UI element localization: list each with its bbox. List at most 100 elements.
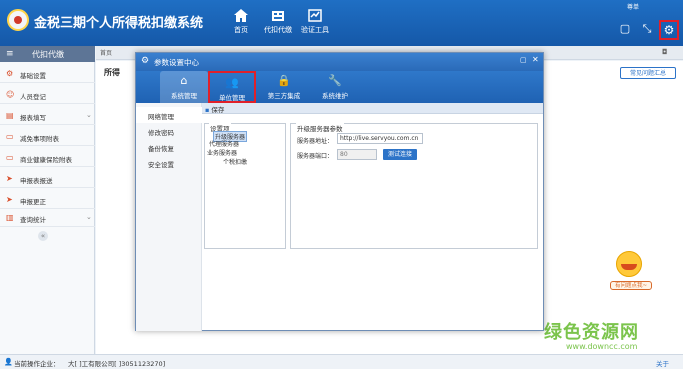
chat-icon[interactable]: ▢ xyxy=(618,22,632,36)
left-nav-label: 备份恢复 xyxy=(148,145,174,153)
sidebar-item-personnel-registration[interactable]: ☺ 人员登记 xyxy=(0,87,95,104)
dialog-tab-bar: ⌂ 系统管理 👥 单位管理 🔒 第三方集成 🔧 系统维护 xyxy=(136,71,543,103)
gear-icon: ⚙ xyxy=(663,23,675,37)
sidebar-item-label: 人员登记 xyxy=(20,93,46,101)
dialog-titlebar: ⚙ 参数设置中心 ▢ ✕ xyxy=(136,53,543,71)
left-nav-label: 网络管理 xyxy=(148,113,174,121)
chevron-down-icon: ⌄ xyxy=(86,213,92,221)
save-button[interactable]: ▪ 保存 xyxy=(205,104,224,114)
tools-icon xyxy=(308,9,322,22)
gear-icon: ⚙ xyxy=(141,56,150,66)
test-connection-button[interactable]: 测试连接 xyxy=(383,149,417,160)
upgrade-server-settings-panel: 升级服务器参数 服务器地址： http://live.servyou.com.c… xyxy=(290,123,538,249)
users-icon: 👥 xyxy=(225,76,239,89)
nav-verify-tools-button[interactable]: 验证工具 xyxy=(296,6,334,44)
top-header: 金税三期个人所得税扣缴系统 首页 代扣代缴 验证工具 尊单 ▢ ⤡ ⚙ xyxy=(0,0,683,46)
save-label: 保存 xyxy=(211,106,225,114)
chart-icon: ▥ xyxy=(6,213,14,222)
sidebar-item-label: 申报表报送 xyxy=(20,177,53,185)
close-icon[interactable]: ✕ xyxy=(532,55,539,64)
dialog-toolbar: ▪ 保存 xyxy=(202,103,543,114)
left-nav-backup-restore[interactable]: 备份恢复 xyxy=(136,139,202,155)
shrink-icon[interactable]: ⤡ xyxy=(640,22,654,36)
server-port-input[interactable]: 80 xyxy=(337,149,377,160)
sidebar-item-declaration-correction[interactable]: ➤ 申报更正 xyxy=(0,192,95,209)
left-nav-network-management[interactable]: 网络管理 xyxy=(136,107,202,123)
person-icon: ☺ xyxy=(6,90,15,99)
watermark-text: 绿色资源网 xyxy=(544,322,639,343)
sidebar-item-report-filling[interactable]: ▤ 报表填写 ⌄ xyxy=(0,108,95,125)
tab-third-party-integration[interactable]: 🔒 第三方集成 xyxy=(260,71,308,103)
report-icon: ▤ xyxy=(6,111,14,120)
briefcase-icon xyxy=(272,11,284,21)
server-port-label: 服务器端口： xyxy=(297,153,334,160)
send-icon: ➤ xyxy=(6,174,13,183)
menu-icon: ≡ xyxy=(6,49,14,59)
status-bar: 👤 当前操作企业： 大[ ]工有限公司[ ]3051123270] 关于 xyxy=(0,354,683,369)
watermark-url: www.downcc.com xyxy=(566,342,638,351)
save-icon: ▪ xyxy=(205,106,210,114)
page-title: 所得 xyxy=(104,68,120,77)
close-tabs-icon[interactable]: ◘ xyxy=(662,48,668,56)
sidebar-item-report-submission[interactable]: ➤ 申报表报送 xyxy=(0,171,95,188)
tree-node-tax-withholding[interactable]: 个税扣缴 xyxy=(223,157,247,166)
faq-button[interactable]: 常见问题汇总 xyxy=(620,67,676,79)
nav-home-label: 首页 xyxy=(234,26,248,34)
parameter-settings-dialog: ⚙ 参数设置中心 ▢ ✕ ⌂ 系统管理 👥 单位管理 🔒 第三方集成 🔧 系统维… xyxy=(135,52,544,331)
sidebar-header: ≡ 代扣代缴 xyxy=(0,46,95,62)
left-nav-security-settings[interactable]: 安全设置 xyxy=(136,155,202,171)
left-nav-change-password[interactable]: 修改密码 xyxy=(136,123,202,139)
tab-label: 系统维护 xyxy=(322,92,348,100)
mascot-help-label[interactable]: 有问题点我~ xyxy=(610,281,652,290)
tab-label: 第三方集成 xyxy=(267,92,301,100)
tab-system-maintenance[interactable]: 🔧 系统维护 xyxy=(311,71,359,103)
gear-icon: ⚙ xyxy=(6,69,14,78)
maximize-icon[interactable]: ▢ xyxy=(520,56,527,64)
document-icon: ▭ xyxy=(6,153,14,162)
sidebar-item-label: 商业健康保险附表 xyxy=(20,156,72,164)
sidebar: ≡ 代扣代缴 ⚙ 基础设置 ☺ 人员登记 ▤ 报表填写 ⌄ ▭ 减免事项附表 ▭… xyxy=(0,46,95,354)
sidebar-item-label: 查询统计 xyxy=(20,216,46,224)
status-company: 大[ ]工有限公司[ ]3051123270] xyxy=(68,360,166,368)
nav-withholding-button[interactable]: 代扣代缴 xyxy=(259,6,297,44)
collapse-sidebar-button[interactable]: « xyxy=(38,231,48,241)
tab-home[interactable]: 首页 xyxy=(100,48,112,57)
tree-node-proxy-server[interactable]: 代理服务器 xyxy=(209,139,239,148)
settings-legend: 升级服务器参数 xyxy=(296,123,344,133)
mascot-avatar[interactable] xyxy=(616,251,642,277)
sidebar-item-label: 申报更正 xyxy=(20,198,46,206)
left-nav-label: 修改密码 xyxy=(148,129,174,137)
nav-withholding-label: 代扣代缴 xyxy=(264,26,292,34)
nav-verify-tools-label: 验证工具 xyxy=(301,26,329,34)
document-icon: ▭ xyxy=(6,132,14,141)
tab-unit-management[interactable]: 👥 单位管理 xyxy=(208,71,256,103)
wrench-icon: 🔧 xyxy=(328,74,342,87)
tree-node-business-server[interactable]: 业务服务器 xyxy=(207,148,237,157)
chevron-down-icon: ⌄ xyxy=(86,111,92,119)
tab-label: 系统管理 xyxy=(171,92,197,100)
send-icon: ➤ xyxy=(6,195,13,204)
user-menu[interactable]: 尊单 xyxy=(627,2,639,11)
lock-icon: 🔒 xyxy=(277,74,291,87)
sidebar-item-health-insurance-schedule[interactable]: ▭ 商业健康保险附表 xyxy=(0,150,95,167)
left-nav-label: 安全设置 xyxy=(148,161,174,169)
house-icon: ⌂ xyxy=(180,74,188,87)
about-link[interactable]: 关于 xyxy=(656,358,669,368)
dialog-left-nav: 网络管理 修改密码 备份恢复 安全设置 xyxy=(136,103,202,331)
sidebar-item-basic-settings[interactable]: ⚙ 基础设置 xyxy=(0,66,95,83)
settings-tree-panel: 设置项 升级服务器 代理服务器 业务服务器 个税扣缴 xyxy=(204,123,286,249)
sidebar-item-label: 基础设置 xyxy=(20,72,46,80)
app-title: 金税三期个人所得税扣缴系统 xyxy=(34,16,204,31)
nav-home-button[interactable]: 首页 xyxy=(222,6,260,44)
home-icon xyxy=(234,9,248,22)
sidebar-header-label: 代扣代缴 xyxy=(32,50,64,59)
sidebar-item-deduction-schedule[interactable]: ▭ 减免事项附表 xyxy=(0,129,95,146)
sidebar-item-query-statistics[interactable]: ▥ 查询统计 ⌄ xyxy=(0,210,95,227)
tab-system-management[interactable]: ⌂ 系统管理 xyxy=(160,71,208,103)
sidebar-item-label: 报表填写 xyxy=(20,114,46,122)
settings-button[interactable]: ⚙ xyxy=(659,20,679,40)
status-label: 当前操作企业： xyxy=(14,360,60,368)
dialog-title: 参数设置中心 xyxy=(154,58,199,67)
user-icon: 👤 xyxy=(4,358,13,366)
server-address-input[interactable]: http://live.servyou.com.cn xyxy=(337,133,423,144)
